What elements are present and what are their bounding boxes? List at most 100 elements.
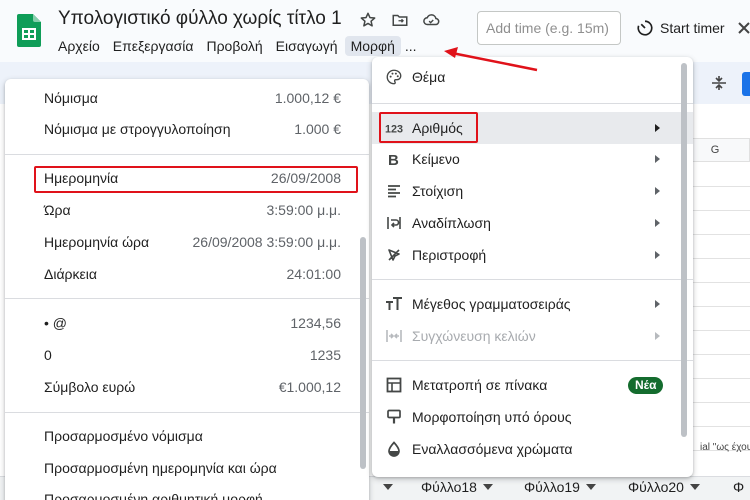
menu-divider xyxy=(372,360,693,361)
submenu-arrow-icon xyxy=(655,300,660,308)
menu-item-label: Μέγεθος γραμματοσειράς xyxy=(412,296,571,312)
add-time-field[interactable] xyxy=(477,11,621,45)
caret-down-icon xyxy=(482,484,493,490)
menu-item-label: Στοίχιση xyxy=(412,183,464,199)
menu-insert[interactable]: Εισαγωγή xyxy=(276,38,344,54)
format-custom-date-time[interactable]: Προσαρμοσμένη ημερομηνία και ώρα xyxy=(5,453,369,483)
format-label: Διάρκεια xyxy=(44,266,97,282)
menu-item-text[interactable]: B Κείμενο xyxy=(372,143,693,175)
submenu-arrow-icon xyxy=(655,187,660,195)
add-time-input[interactable] xyxy=(478,12,620,44)
format-example: 1235 xyxy=(309,347,341,363)
format-custom-number[interactable]: Προσαρμοσμένη αριθμητική μορφή xyxy=(5,484,369,500)
menu-item-theme[interactable]: Θέμα xyxy=(372,61,693,93)
cloud-saved-icon[interactable] xyxy=(421,10,441,30)
format-time[interactable]: Ώρα 3:59:00 μ.μ. xyxy=(5,195,369,225)
submenu-arrow-icon xyxy=(655,219,660,227)
menu-divider xyxy=(372,279,693,280)
start-timer-label: Start timer xyxy=(660,20,725,36)
rotate-text-icon xyxy=(385,246,403,264)
font-size-icon xyxy=(385,295,403,313)
number-format-submenu: Νόμισμα 1.000,12 € Νόμισμα με στρογγυλοπ… xyxy=(5,79,369,500)
menu-item-conditional-formatting[interactable]: Μορφοποίηση υπό όρους xyxy=(372,401,693,433)
format-duration[interactable]: Διάρκεια 24:01:00 xyxy=(5,259,369,289)
menu-bar: Αρχείο Επεξεργασία Προβολή Εισαγωγή Μορφ… xyxy=(58,36,430,56)
vertical-align-icon[interactable] xyxy=(710,74,728,92)
menu-edit[interactable]: Επεξεργασία xyxy=(113,38,200,54)
sheet-tab-label: Φύλλο18 xyxy=(421,479,477,495)
format-currency-rounded[interactable]: Νόμισμα με στρογγυλοποίηση 1.000 € xyxy=(5,114,369,144)
menu-item-label: Περιστροφή xyxy=(412,247,487,263)
app-header: Υπολογιστικό φύλλο χωρίς τίτλο 1 Αρχείο … xyxy=(0,0,750,62)
menu-file[interactable]: Αρχείο xyxy=(58,38,106,54)
format-example: €1.000,12 xyxy=(278,379,341,395)
close-icon[interactable] xyxy=(737,18,750,38)
format-label: Ώρα xyxy=(44,202,71,218)
menu-divider xyxy=(372,103,693,104)
sheet-tab-label-partial: Φ xyxy=(733,479,745,495)
start-timer-button[interactable]: Start timer xyxy=(636,16,725,40)
menu-item-label: Κείμενο xyxy=(412,151,460,167)
format-example: 26/09/2008 3:59:00 μ.μ. xyxy=(192,234,341,250)
menu-item-label: Μορφοποίηση υπό όρους xyxy=(412,409,572,425)
svg-text:B: B xyxy=(388,152,399,167)
merge-cells-icon xyxy=(385,327,403,345)
sheets-logo-icon[interactable] xyxy=(17,14,41,47)
caret-down-icon xyxy=(689,484,700,490)
format-custom-currency[interactable]: Προσαρμοσμένο νόμισμα xyxy=(5,421,369,451)
highlight-box-date xyxy=(34,166,358,193)
menu-item-wrapping[interactable]: Αναδίπλωση xyxy=(372,207,693,239)
menu-item-label: Εναλλασσόμενα χρώματα xyxy=(412,441,573,457)
format-menu-scrollbar[interactable] xyxy=(681,63,687,437)
table-icon xyxy=(385,376,403,394)
format-currency[interactable]: Νόμισμα 1.000,12 € xyxy=(5,83,369,113)
sheet-tab-label: Φύλλο19 xyxy=(524,479,580,495)
document-title[interactable]: Υπολογιστικό φύλλο χωρίς τίτλο 1 xyxy=(58,8,342,30)
sheet-tab-18[interactable]: Φύλλο18 xyxy=(421,477,493,497)
format-text-at[interactable]: • @ 1234,56 xyxy=(5,308,369,338)
menu-view[interactable]: Προβολή xyxy=(206,38,268,54)
menu-more[interactable]: ... xyxy=(405,38,423,54)
menu-item-label: Μετατροπή σε πίνακα xyxy=(412,377,548,393)
format-label: Νόμισμα xyxy=(44,90,98,106)
format-example: 1.000,12 € xyxy=(274,90,341,106)
star-icon[interactable] xyxy=(358,10,378,30)
submenu-scrollbar[interactable] xyxy=(360,237,366,469)
submenu-arrow-icon xyxy=(655,124,660,132)
menu-item-alternating-colors[interactable]: Εναλλασσόμενα χρώματα xyxy=(372,433,693,465)
bold-icon: B xyxy=(385,150,403,168)
sheet-tab-21[interactable]: Φ xyxy=(733,477,744,497)
text-wrap-icon xyxy=(385,214,403,232)
format-label: Προσαρμοσμένη ημερομηνία και ώρα xyxy=(44,460,277,476)
format-euro-symbol[interactable]: Σύμβολο ευρώ €1.000,12 xyxy=(5,372,369,402)
sheet-tab-20[interactable]: Φύλλο20 xyxy=(628,477,700,497)
caret-down-icon xyxy=(585,484,596,490)
sheet-tab-label: Φύλλο20 xyxy=(628,479,684,495)
format-integer[interactable]: 0 1235 xyxy=(5,340,369,370)
format-label: Ημερομηνία ώρα xyxy=(44,234,150,250)
highlight-box-number xyxy=(379,112,478,143)
format-label: Προσαρμοσμένο νόμισμα xyxy=(44,428,203,444)
format-date-time[interactable]: Ημερομηνία ώρα 26/09/2008 3:59:00 μ.μ. xyxy=(5,227,369,257)
cell-text: ial "ως έχου xyxy=(700,442,750,453)
sheet-tab-menu-caret[interactable] xyxy=(383,477,393,497)
menu-item-convert-to-table[interactable]: Μετατροπή σε πίνακα Νέα xyxy=(372,369,693,401)
menu-item-label: Συγχώνευση κελιών xyxy=(412,328,536,344)
format-label: 0 xyxy=(44,347,52,363)
sheet-tab-19[interactable]: Φύλλο19 xyxy=(524,477,596,497)
conditional-format-icon xyxy=(385,408,403,426)
new-badge: Νέα xyxy=(628,377,664,394)
menu-format[interactable]: Μορφή xyxy=(344,36,401,56)
move-folder-icon[interactable] xyxy=(390,10,410,30)
format-label: Νόμισμα με στρογγυλοποίηση xyxy=(44,121,231,137)
menu-divider xyxy=(5,154,369,155)
timer-icon xyxy=(637,20,653,36)
submenu-arrow-icon xyxy=(655,332,660,340)
menu-item-rotation[interactable]: Περιστροφή xyxy=(372,239,693,271)
menu-item-font-size[interactable]: Μέγεθος γραμματοσειράς xyxy=(372,288,693,320)
format-label: • @ xyxy=(44,315,68,331)
share-button-edge[interactable] xyxy=(742,72,750,96)
menu-item-alignment[interactable]: Στοίχιση xyxy=(372,175,693,207)
align-left-icon xyxy=(385,182,403,200)
submenu-arrow-icon xyxy=(655,155,660,163)
